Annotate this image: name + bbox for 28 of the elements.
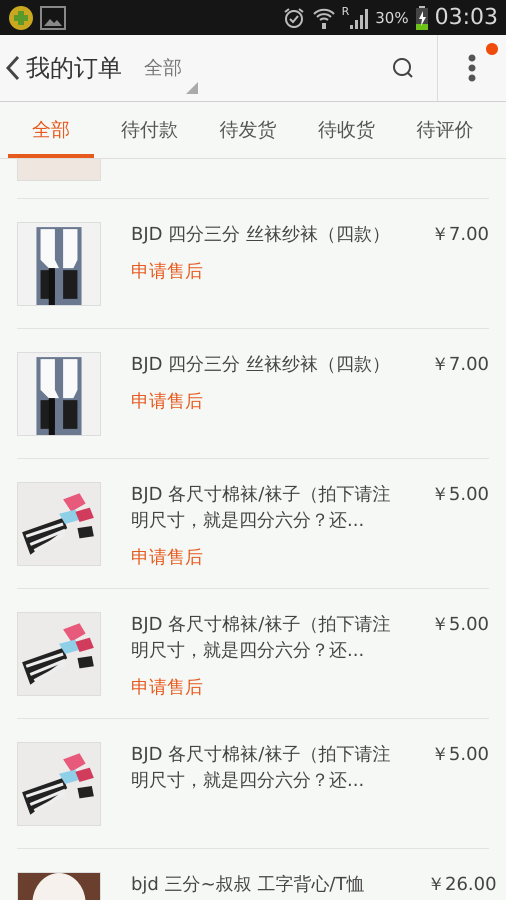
search-icon[interactable] (391, 56, 415, 80)
product-title[interactable]: BJD 四分三分 丝袜纱袜（四款） (131, 352, 397, 378)
signal-icon (349, 6, 370, 28)
menu-icon[interactable] (467, 54, 477, 82)
product-price: ￥5.00 (430, 483, 489, 507)
image-icon (40, 6, 66, 30)
roaming-indicator: R (342, 5, 350, 18)
back-button[interactable]: 我的订单 (6, 52, 122, 84)
product-price: ￥7.00 (430, 353, 489, 377)
tab[interactable]: 待付款 (106, 102, 193, 158)
product-title[interactable]: bjd 三分~叔叔 工字背心/T恤 (131, 872, 397, 898)
product-price: ￥26.00 (427, 873, 497, 897)
product-title[interactable]: BJD 各尺寸棉袜/袜子（拍下请注明尺寸，就是四分六分？还... (131, 612, 397, 664)
battery-percentage: 30% (375, 8, 409, 26)
product-title[interactable]: BJD 四分三分 丝袜纱袜（四款） (131, 222, 397, 248)
clock-time: 03:03 (434, 5, 498, 30)
tab[interactable]: 待评价 (402, 102, 488, 158)
alarm-icon (282, 6, 306, 30)
product-price: ￥5.00 (430, 743, 489, 767)
product-title[interactable]: BJD 各尺寸棉袜/袜子（拍下请注明尺寸，就是四分六分？还... (131, 742, 397, 794)
app-icon (8, 4, 34, 30)
filter-dropdown[interactable]: 全部 (144, 34, 204, 102)
battery-charging-icon (414, 6, 429, 30)
product-price: ￥7.00 (430, 223, 489, 247)
tab[interactable]: 待发货 (204, 102, 292, 158)
product-title[interactable]: BJD 各尺寸棉袜/袜子（拍下请注明尺寸，就是四分六分？还... (131, 482, 397, 534)
product-price: ￥5.00 (430, 613, 489, 637)
tab[interactable]: 待收货 (303, 102, 390, 158)
